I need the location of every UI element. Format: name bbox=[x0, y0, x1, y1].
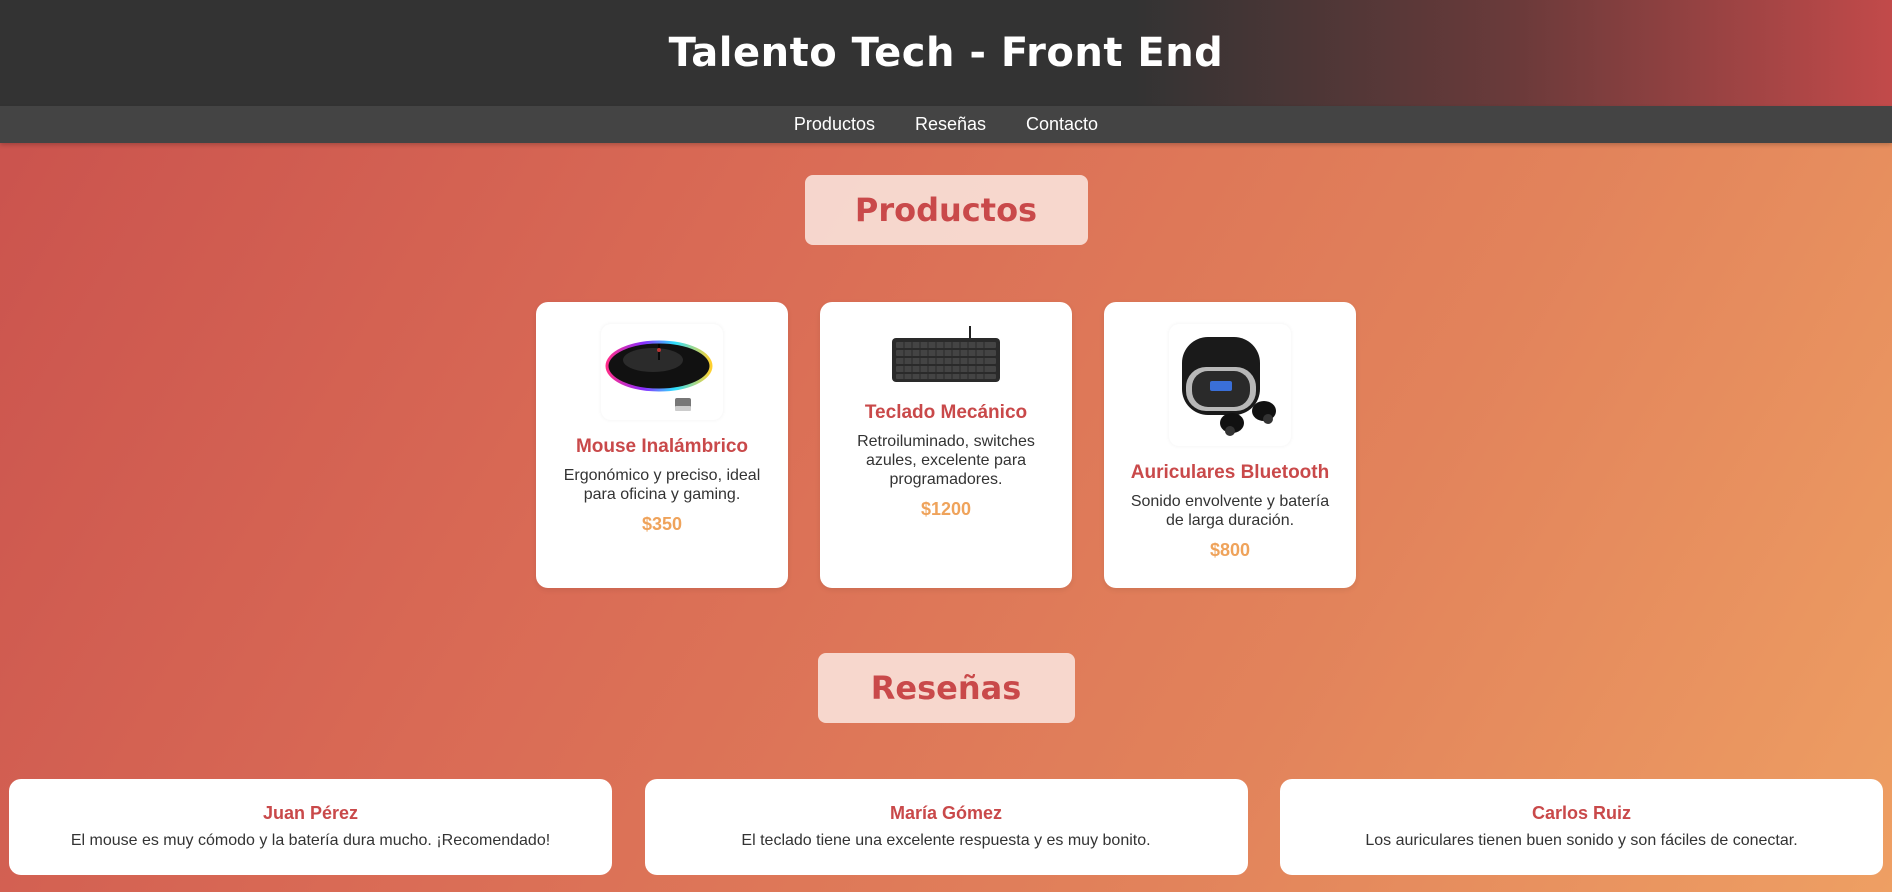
reviews-heading: Reseñas bbox=[817, 653, 1075, 723]
nav-link-productos[interactable]: Productos bbox=[794, 114, 875, 135]
wireless-mouse-image bbox=[601, 324, 723, 420]
review-card: Juan Pérez El mouse es muy cómodo y la b… bbox=[9, 779, 612, 875]
product-card: Mouse Inalámbrico Ergonómico y preciso, … bbox=[536, 302, 788, 588]
product-description: Retroiluminado, switches azules, excelen… bbox=[857, 433, 1035, 488]
product-price: $350 bbox=[641, 514, 683, 534]
products-section: Productos Mouse Inalámbrico Ergonómico y… bbox=[0, 175, 1892, 588]
product-name: Teclado Mecánico bbox=[864, 402, 1028, 423]
site-header: Talento Tech - Front End bbox=[0, 0, 1892, 106]
review-text: El mouse es muy cómodo y la batería dura… bbox=[70, 832, 551, 849]
nav-link-resenas[interactable]: Reseñas bbox=[915, 114, 986, 135]
product-description: Sonido envolvente y batería de larga dur… bbox=[1130, 493, 1330, 529]
review-author: Juan Pérez bbox=[262, 803, 359, 823]
products-heading: Productos bbox=[804, 175, 1088, 245]
product-description: Ergonómico y preciso, ideal para oficina… bbox=[563, 467, 761, 503]
review-text: Los auriculares tienen buen sonido y son… bbox=[1365, 832, 1798, 849]
products-grid: Mouse Inalámbrico Ergonómico y preciso, … bbox=[0, 302, 1892, 588]
keyboard-image bbox=[885, 324, 1007, 386]
product-card: Teclado Mecánico Retroiluminado, switche… bbox=[820, 302, 1072, 588]
product-price: $1200 bbox=[920, 499, 972, 519]
product-name: Mouse Inalámbrico bbox=[575, 436, 749, 457]
product-card: Auriculares Bluetooth Sonido envolvente … bbox=[1104, 302, 1356, 588]
earbuds-image bbox=[1169, 324, 1291, 446]
review-author: Carlos Ruiz bbox=[1531, 803, 1632, 823]
review-card: Carlos Ruiz Los auriculares tienen buen … bbox=[1280, 779, 1883, 875]
review-author: María Gómez bbox=[889, 803, 1003, 823]
main-nav: Productos Reseñas Contacto bbox=[0, 106, 1892, 143]
nav-link-contacto[interactable]: Contacto bbox=[1026, 114, 1098, 135]
site-title: Talento Tech - Front End bbox=[668, 30, 1224, 76]
product-name: Auriculares Bluetooth bbox=[1130, 462, 1330, 483]
reviews-list: Juan Pérez El mouse es muy cómodo y la b… bbox=[0, 779, 1892, 875]
product-price: $800 bbox=[1209, 540, 1251, 560]
review-card: María Gómez El teclado tiene una excelen… bbox=[644, 779, 1248, 875]
reviews-section: Reseñas Juan Pérez El mouse es muy cómod… bbox=[0, 653, 1892, 875]
review-text: El teclado tiene una excelente respuesta… bbox=[741, 832, 1151, 849]
